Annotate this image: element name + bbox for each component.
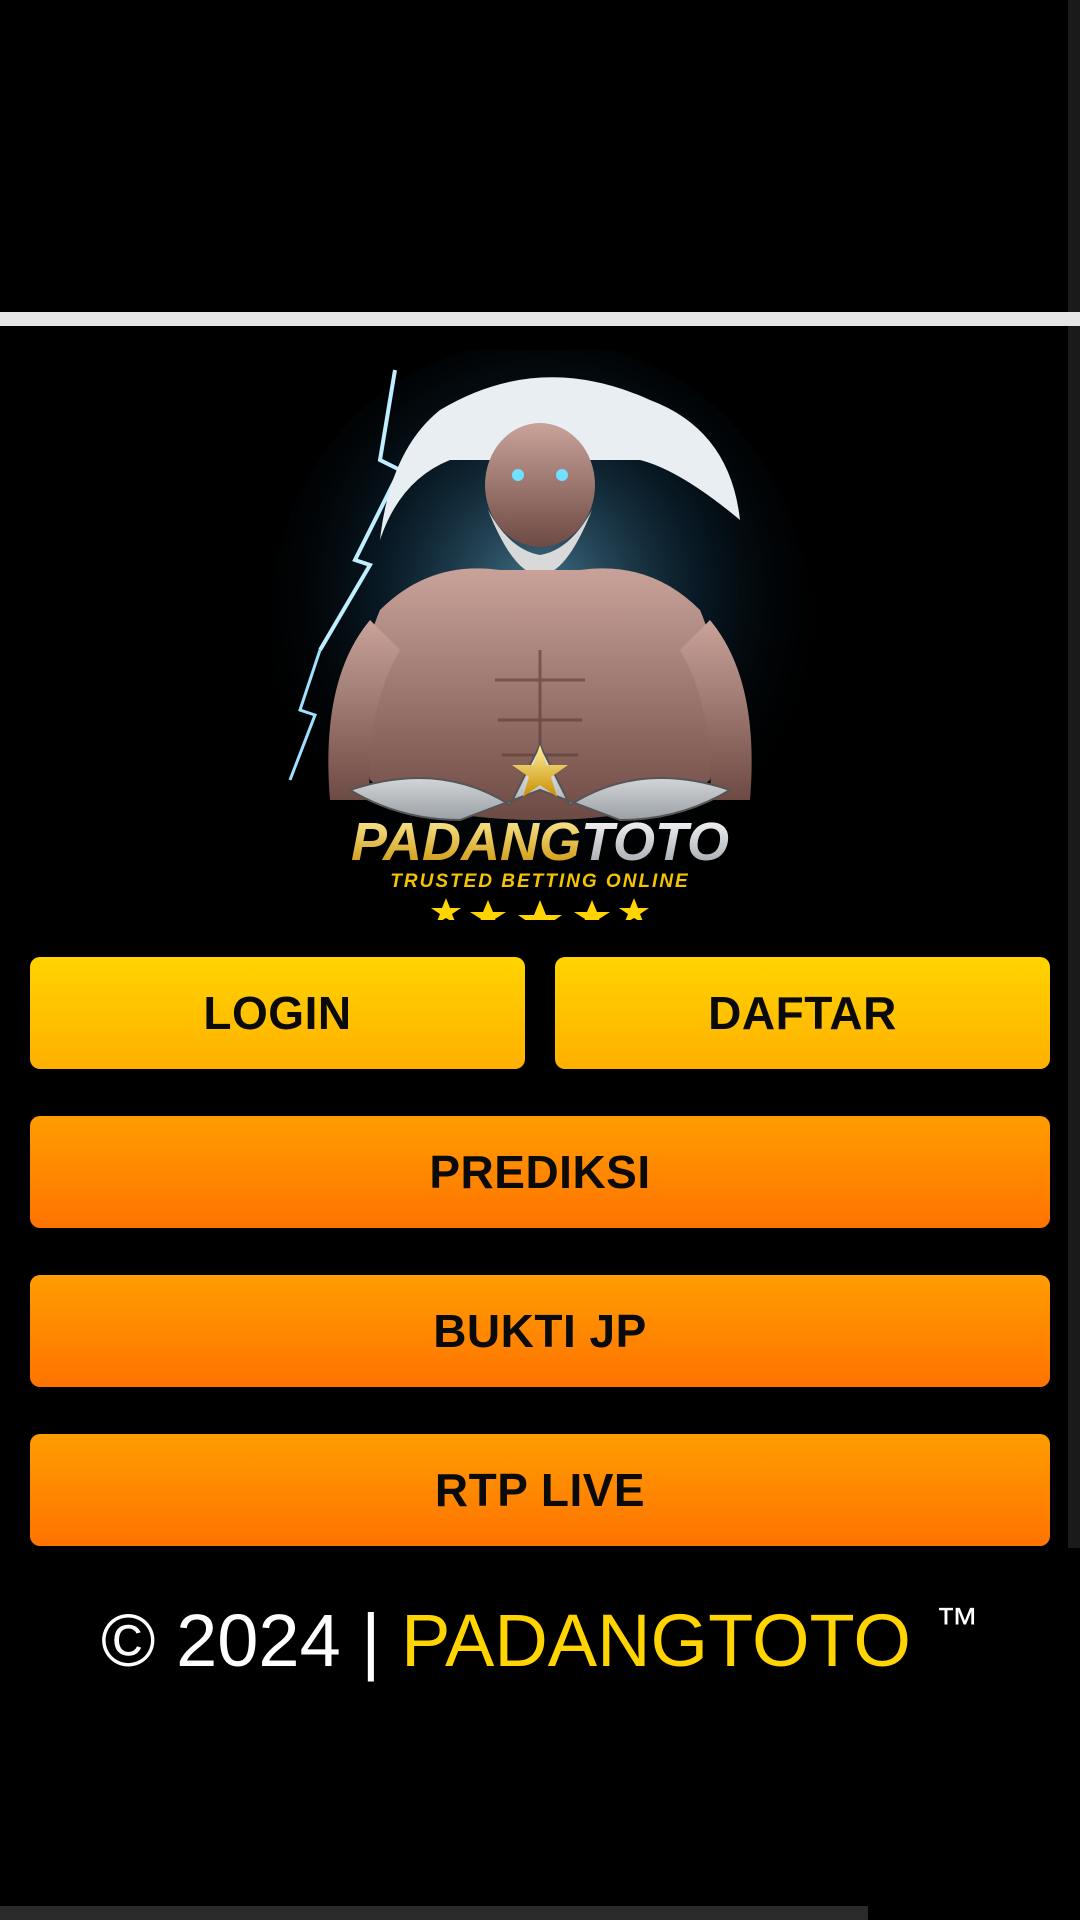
scrollbar-track[interactable]: [1068, 0, 1080, 1548]
footer-brand: PADANGTOTO: [401, 1599, 911, 1682]
rtp-live-button[interactable]: RTP LIVE: [30, 1434, 1050, 1546]
footer-copyright: © 2024 | PADANGTOTO ™: [0, 1598, 1080, 1683]
footer-copyright-text: © 2024 |: [101, 1599, 381, 1682]
logo-tagline: TRUSTED BETTING ONLINE: [390, 871, 689, 892]
prediksi-button[interactable]: PREDIKSI: [30, 1116, 1050, 1228]
daftar-button[interactable]: DAFTAR: [555, 957, 1050, 1069]
rtp-live-button-label: RTP LIVE: [434, 1464, 646, 1516]
top-banner-area: [0, 0, 1068, 310]
daftar-button-label: DAFTAR: [708, 987, 897, 1039]
login-button[interactable]: LOGIN: [30, 957, 525, 1069]
prediksi-button-label: PREDIKSI: [429, 1146, 651, 1198]
page: PADANGTOTO TRUSTED BETTING ONLINE LOGIN …: [0, 0, 1080, 1920]
logo-text-right: TOTO: [581, 812, 729, 872]
bukti-jp-button-label: BUKTI JP: [433, 1305, 647, 1357]
svg-text:PADANGTOTO: PADANGTOTO: [351, 812, 729, 872]
bukti-jp-button[interactable]: BUKTI JP: [30, 1275, 1050, 1387]
footer-trademark: ™: [934, 1599, 979, 1648]
logo-text-left: PADANG: [351, 812, 581, 872]
horizontal-scrollbar[interactable]: [0, 1906, 868, 1920]
login-button-label: LOGIN: [203, 987, 352, 1039]
hero-logo-image: PADANGTOTO TRUSTED BETTING ONLINE: [260, 350, 820, 920]
header-divider: [0, 312, 1080, 326]
